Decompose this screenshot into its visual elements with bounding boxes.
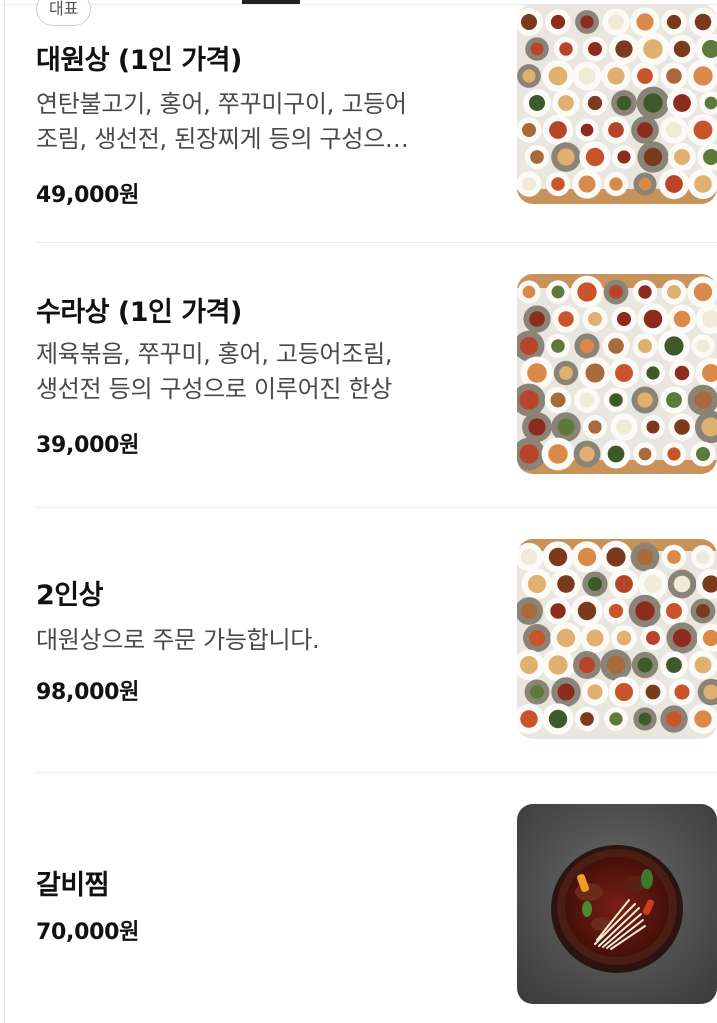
menu-item-daewonsang[interactable]: 대표 대원상 (1인 가격) 연탄불고기, 홍어, 쭈꾸미구이, 고등어 조림,…: [0, 0, 717, 242]
menu-item-price: 70,000원: [36, 920, 140, 945]
menu-item-description: 대원상으로 주문 가능합니다.: [36, 623, 486, 658]
menu-item-name: 2인상: [36, 580, 103, 611]
food-photo-banchan: [517, 274, 717, 474]
menu-item-2insang[interactable]: 2인상 대원상으로 주문 가능합니다. 98,000원: [0, 508, 717, 772]
menu-item-description: 제육볶음, 쭈꾸미, 홍어, 고등어조림, 생선전 등의 구성으로 이루어진 한…: [36, 337, 486, 407]
menu-item-description: 연탄불고기, 홍어, 쭈꾸미구이, 고등어 조림, 생선전, 된장찌게 등의 구…: [36, 87, 486, 157]
menu-item-description-line: 연탄불고기, 홍어, 쭈꾸미구이, 고등어: [36, 90, 407, 118]
food-photo-banchan: [517, 539, 717, 739]
menu-item-description-line: 대원상으로 주문 가능합니다.: [36, 626, 320, 654]
menu-item-description-line: 생선전 등의 구성으로 이루어진 한상: [36, 375, 393, 403]
menu-item-price: 49,000원: [36, 183, 140, 208]
menu-item-name: 대원상 (1인 가격): [36, 45, 242, 76]
food-photo-banchan: [517, 4, 717, 204]
menu-item-name: 수라상 (1인 가격): [36, 297, 242, 328]
menu-item-description-line: 제육볶음, 쭈꾸미, 홍어, 고등어조림,: [36, 340, 393, 368]
menu-item-price: 98,000원: [36, 680, 140, 705]
menu-item-description-line: 조림, 생선전, 된장찌게 등의 구성으…: [36, 125, 409, 153]
menu-item-surasang[interactable]: 수라상 (1인 가격) 제육볶음, 쭈꾸미, 홍어, 고등어조림, 생선전 등의…: [0, 243, 717, 507]
food-photo-galbijjim: [517, 804, 717, 1004]
menu-item-galbijjim[interactable]: 갈비찜 70,000원: [0, 773, 717, 1023]
menu-item-price: 39,000원: [36, 433, 140, 458]
menu-item-name: 갈비찜: [36, 870, 110, 901]
representative-badge: 대표: [36, 0, 92, 26]
